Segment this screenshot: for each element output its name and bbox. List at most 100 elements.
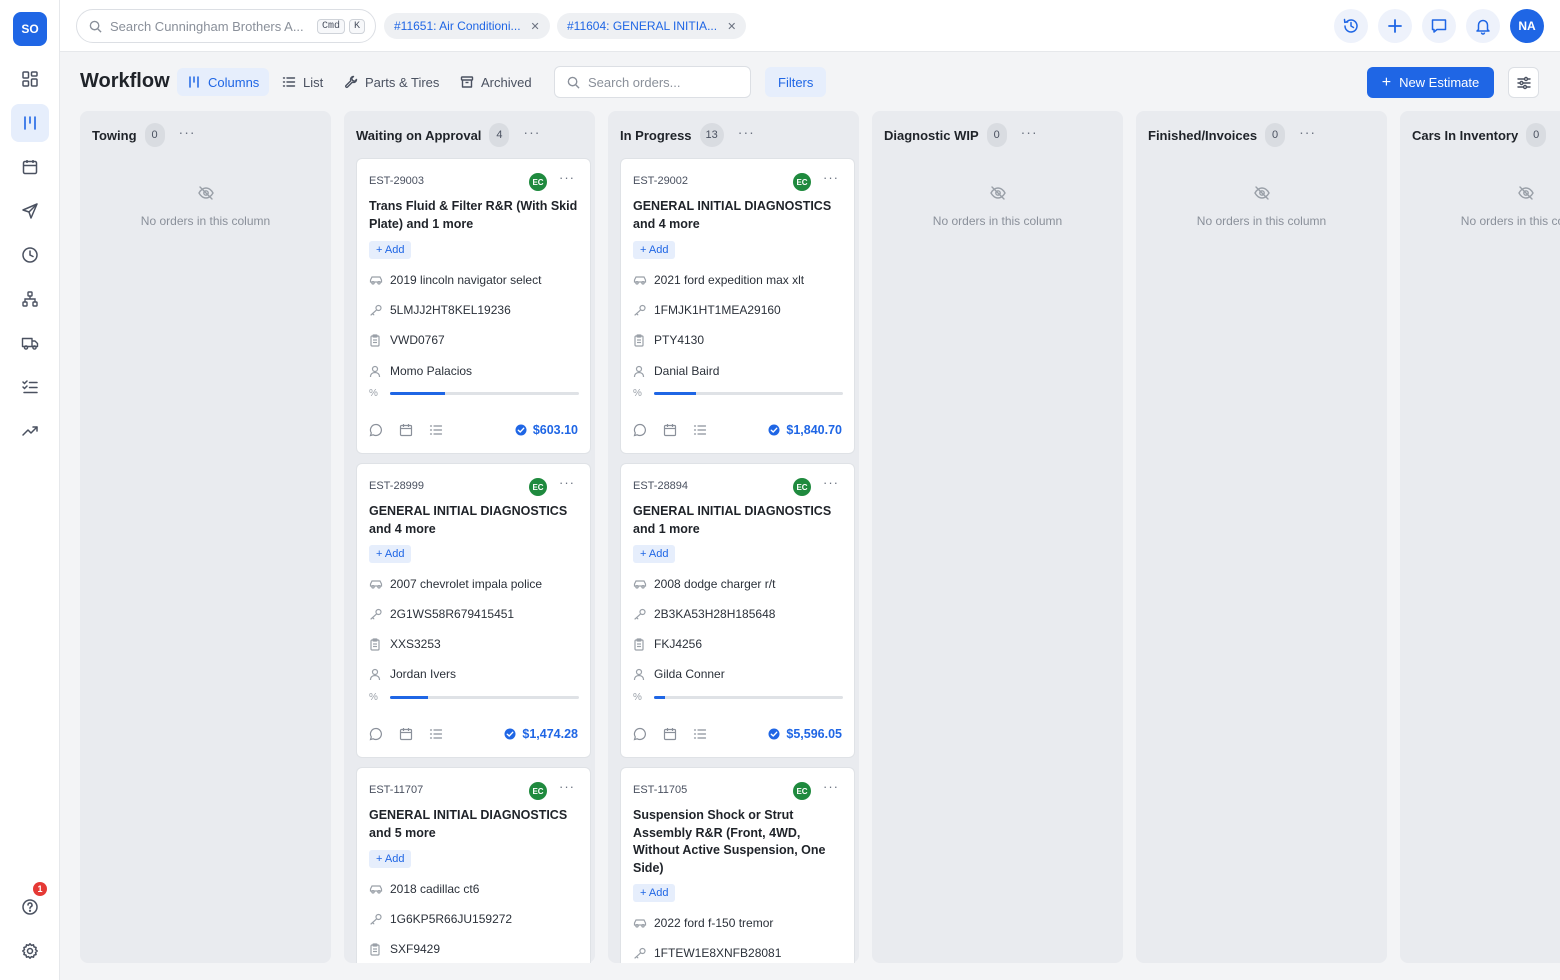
clipboard-icon — [633, 637, 647, 651]
eye-off-icon — [1400, 184, 1560, 202]
clipboard-icon — [633, 333, 647, 347]
plate-row: PTY4130 — [633, 333, 704, 347]
sidebar-item-workflow[interactable] — [11, 104, 49, 142]
order-search-input[interactable]: Search orders... — [554, 66, 751, 98]
column-cars-in-inventory: Cars In Inventory 0 ··· No orders in thi… — [1400, 111, 1560, 963]
calendar-icon[interactable] — [663, 727, 677, 741]
filters-button[interactable]: Filters — [765, 67, 827, 97]
checklist-icon[interactable] — [693, 423, 707, 437]
open-tab-11604[interactable]: #11604: GENERAL INITIA... ✕ — [557, 13, 747, 39]
tab-archived[interactable]: Archived — [450, 68, 542, 96]
sidebar-item-calendar[interactable] — [11, 148, 49, 186]
calendar-icon[interactable] — [399, 727, 413, 741]
open-tab-label: #11651: Air Conditioni... — [394, 19, 521, 33]
tab-label: List — [303, 74, 324, 90]
order-card[interactable]: EST-28999 EC ··· GENERAL INITIAL DIAGNOS… — [356, 463, 591, 758]
progress-fill — [654, 392, 696, 395]
card-more-icon[interactable]: ··· — [559, 475, 575, 490]
add-tag-button[interactable]: + Add — [633, 241, 676, 259]
order-card[interactable]: EST-29002 EC ··· GENERAL INITIAL DIAGNOS… — [620, 158, 855, 454]
sidebar-item-dashboard[interactable] — [11, 60, 49, 98]
checklist-icon[interactable] — [429, 727, 443, 741]
card-title: GENERAL INITIAL DIAGNOSTICS and 1 more — [633, 504, 832, 536]
user-icon — [369, 365, 383, 378]
quick-add-button[interactable] — [1378, 9, 1412, 43]
sidebar-item-messages[interactable] — [11, 192, 49, 230]
column-waiting-on-approval: Waiting on Approval 4 ··· EST-29003 EC ·… — [344, 111, 595, 963]
comment-icon[interactable] — [633, 423, 647, 437]
verified-icon — [768, 424, 780, 436]
tab-columns[interactable]: Columns — [177, 68, 270, 96]
user-avatar[interactable]: NA — [1510, 9, 1544, 43]
card-title: GENERAL INITIAL DIAGNOSTICS and 4 more — [369, 504, 568, 536]
card-more-icon[interactable]: ··· — [823, 170, 839, 185]
card-more-icon[interactable]: ··· — [559, 779, 575, 794]
order-card[interactable]: EST-29003 EC ··· Trans Fluid & Filter R&… — [356, 158, 591, 454]
estimate-number: EST-11705 — [633, 784, 688, 796]
clipboard-icon — [369, 333, 383, 347]
card-more-icon[interactable]: ··· — [559, 170, 575, 185]
sidebar-item-time[interactable] — [11, 236, 49, 274]
app-logo[interactable]: SO — [13, 12, 47, 46]
calendar-icon — [21, 158, 39, 176]
board-settings-button[interactable] — [1508, 67, 1539, 98]
checklist-icon[interactable] — [693, 727, 707, 741]
progress-track — [390, 392, 579, 395]
add-tag-button[interactable]: + Add — [633, 545, 676, 563]
sidebar: SO 1 — [0, 0, 60, 980]
grid-icon — [21, 70, 39, 88]
calendar-icon[interactable] — [399, 423, 413, 437]
more-icon[interactable]: ··· — [179, 125, 196, 139]
comment-icon[interactable] — [369, 423, 383, 437]
more-icon[interactable]: ··· — [738, 125, 755, 139]
plate-text: VWD0767 — [390, 333, 445, 347]
add-tag-button[interactable]: + Add — [369, 545, 412, 563]
calendar-icon[interactable] — [663, 423, 677, 437]
column-title: Towing — [92, 127, 137, 143]
add-tag-button[interactable]: + Add — [369, 850, 412, 868]
global-search-input[interactable]: Search Cunningham Brothers A... Cmd K — [76, 9, 376, 43]
chat-button[interactable] — [1422, 9, 1456, 43]
notifications-button[interactable] — [1466, 9, 1500, 43]
column-count: 0 — [1526, 123, 1547, 147]
sidebar-item-fleet[interactable] — [11, 324, 49, 362]
order-card[interactable]: EST-11707 EC ··· GENERAL INITIAL DIAGNOS… — [356, 767, 591, 963]
vehicle-row: 2022 ford f-150 tremor — [633, 916, 773, 930]
close-icon[interactable]: ✕ — [531, 20, 540, 33]
more-icon[interactable]: ··· — [523, 125, 540, 139]
sidebar-item-reports[interactable] — [11, 412, 49, 450]
card-title: GENERAL INITIAL DIAGNOSTICS and 4 more — [633, 199, 832, 231]
tab-list[interactable]: List — [272, 68, 333, 96]
more-icon[interactable]: ··· — [1299, 125, 1316, 139]
amount-value: $5,596.05 — [786, 727, 842, 741]
add-tag-button[interactable]: + Add — [369, 241, 412, 259]
customer-text: Danial Baird — [654, 364, 720, 378]
comment-icon[interactable] — [369, 727, 383, 741]
help-circle-icon — [21, 898, 39, 916]
open-tab-11651[interactable]: #11651: Air Conditioni... ✕ — [384, 13, 550, 39]
plate-text: FKJ4256 — [654, 637, 703, 651]
order-card[interactable]: EST-11705 EC ··· Suspension Shock or Str… — [620, 767, 855, 963]
key-icon — [369, 913, 383, 925]
clipboard-icon — [369, 942, 383, 956]
more-icon[interactable]: ··· — [1021, 125, 1038, 139]
card-more-icon[interactable]: ··· — [823, 779, 839, 794]
eye-off-icon — [1136, 184, 1387, 202]
new-estimate-button[interactable]: + New Estimate — [1367, 67, 1494, 98]
tab-parts-tires[interactable]: Parts & Tires — [334, 68, 449, 96]
sidebar-item-organization[interactable] — [11, 280, 49, 318]
settings-button[interactable] — [11, 932, 49, 970]
order-card[interactable]: EST-28894 EC ··· GENERAL INITIAL DIAGNOS… — [620, 463, 855, 758]
help-button[interactable]: 1 — [11, 882, 49, 926]
tab-label: Columns — [208, 74, 260, 90]
sidebar-item-tasks[interactable] — [11, 368, 49, 406]
amount: $5,596.05 — [768, 727, 842, 741]
empty-state: No orders in this column — [80, 184, 331, 228]
card-more-icon[interactable]: ··· — [823, 475, 839, 490]
close-icon[interactable]: ✕ — [727, 20, 736, 33]
history-button[interactable] — [1334, 9, 1368, 43]
add-tag-button[interactable]: + Add — [633, 884, 676, 902]
comment-icon[interactable] — [633, 727, 647, 741]
column-header: Finished/Invoices 0 ··· — [1148, 122, 1316, 148]
checklist-icon[interactable] — [429, 423, 443, 437]
